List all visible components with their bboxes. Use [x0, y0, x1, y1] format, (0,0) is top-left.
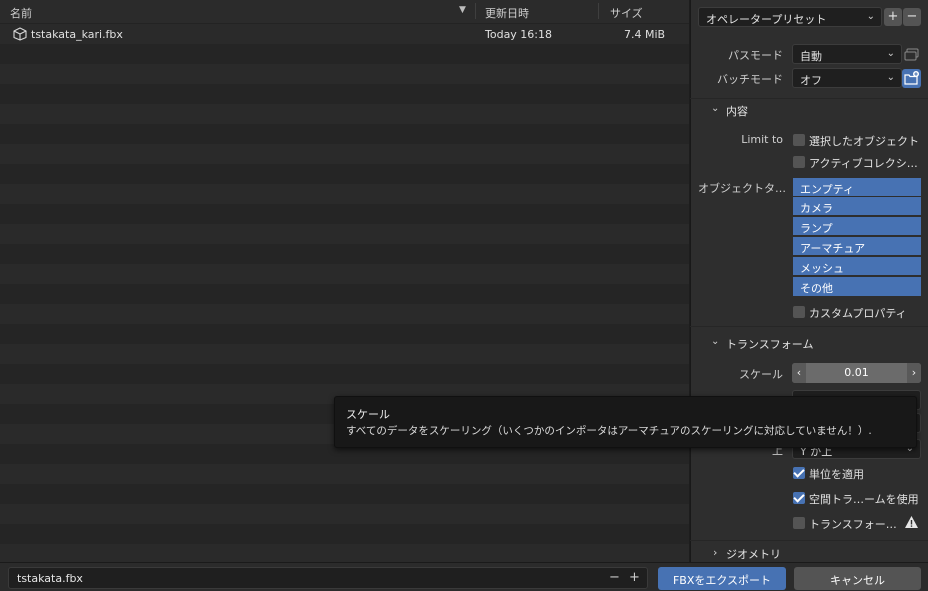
warning-icon [904, 515, 919, 532]
use-space-transform-checkbox[interactable] [793, 492, 805, 504]
apply-transform-checkbox[interactable] [793, 517, 805, 529]
apply-unit-checkbox[interactable] [793, 467, 805, 479]
empty-row [0, 124, 689, 144]
new-folder-icon [904, 71, 919, 85]
tooltip-title: スケール [346, 408, 390, 421]
divider [690, 98, 928, 99]
empty-row [0, 324, 689, 344]
preset-label: オペレータープリセット [706, 13, 827, 26]
object-type-mesh[interactable]: メッシュ [793, 257, 921, 276]
scale-label: スケール [739, 368, 783, 381]
object-type-other[interactable]: その他 [793, 277, 921, 296]
expand-chevron-icon[interactable]: ⌄ [711, 336, 719, 347]
remove-preset-button[interactable]: − [903, 8, 921, 26]
empty-row [0, 464, 689, 484]
empty-row [0, 544, 689, 562]
empty-row [0, 244, 689, 264]
apply-unit-label[interactable]: 単位を適用 [809, 466, 864, 482]
transform-section-title[interactable]: トランスフォーム [726, 336, 813, 352]
increment-arrow-icon[interactable]: › [907, 363, 921, 383]
empty-row [0, 64, 689, 84]
empty-row [0, 344, 689, 364]
object-type-camera[interactable]: カメラ [793, 197, 921, 216]
object-type-empty[interactable]: エンプティ [793, 178, 921, 197]
object-type-armature[interactable]: アーマチュア [793, 237, 921, 256]
empty-row [0, 204, 689, 224]
empty-row [0, 44, 689, 64]
batch-own-dir-toggle[interactable] [902, 69, 921, 88]
operator-preset-dropdown[interactable]: オペレータープリセット ⌄ [698, 7, 882, 27]
chevron-down-icon: ⌄ [866, 11, 875, 22]
empty-row [0, 484, 689, 504]
geometry-section-title[interactable]: ジオメトリ [726, 546, 781, 562]
column-header: 名前 ▼ 更新日時 サイズ [0, 0, 689, 24]
selected-objects-checkbox[interactable] [793, 134, 805, 146]
cube-icon [13, 27, 27, 44]
empty-row [0, 304, 689, 324]
empty-row [0, 184, 689, 204]
empty-row [0, 104, 689, 124]
scale-value: 0.01 [844, 366, 869, 379]
add-preset-button[interactable]: + [884, 8, 902, 26]
empty-row [0, 144, 689, 164]
filename-input[interactable]: tstakata.fbx − + [8, 567, 648, 589]
custom-properties-label[interactable]: カスタムプロパティ [809, 305, 907, 321]
divider [690, 326, 928, 327]
tooltip-description: すべてのデータをスケーリング（いくつかのインポータはアーマチュアのスケーリングに… [346, 425, 872, 437]
active-collection-label[interactable]: アクティブコレクシ… [809, 155, 918, 171]
empty-row [0, 504, 689, 524]
path-mode-label: パスモード [728, 49, 783, 62]
export-fbx-button[interactable]: FBXをエクスポート [658, 567, 786, 590]
tooltip: スケール すべてのデータをスケーリング（いくつかのインポータはアーマチュアのスケ… [334, 396, 917, 448]
chevron-down-icon: ⌄ [886, 48, 895, 59]
empty-row [0, 264, 689, 284]
empty-row [0, 224, 689, 244]
file-list: tstakata_kari.fbx Today 16:18 7.4 MiB [0, 24, 689, 562]
use-space-transform-label[interactable]: 空間トラ…ームを使用 [809, 491, 919, 507]
path-mode-dropdown[interactable]: 自動 ⌄ [792, 44, 902, 64]
chevron-down-icon: ⌄ [886, 72, 895, 83]
embed-textures-icon[interactable] [903, 46, 920, 63]
column-name-header[interactable]: 名前 [10, 5, 32, 21]
file-name: tstakata_kari.fbx [31, 28, 123, 41]
decrement-filename-button[interactable]: − [609, 570, 620, 585]
sort-descending-icon[interactable]: ▼ [459, 5, 466, 15]
column-modified-header[interactable]: 更新日時 [485, 5, 529, 21]
scale-field[interactable]: ‹ 0.01 › [792, 363, 921, 383]
collapsed-chevron-icon[interactable]: › [713, 546, 717, 559]
batch-mode-dropdown[interactable]: オフ ⌄ [792, 68, 902, 88]
empty-row [0, 84, 689, 104]
empty-row [0, 164, 689, 184]
empty-row [0, 284, 689, 304]
custom-properties-checkbox[interactable] [793, 306, 805, 318]
active-collection-checkbox[interactable] [793, 156, 805, 168]
object-type-lamp[interactable]: ランプ [793, 217, 921, 236]
column-size-header[interactable]: サイズ [610, 5, 643, 21]
empty-row [0, 524, 689, 544]
include-section-title[interactable]: 内容 [726, 103, 748, 119]
column-separator[interactable] [598, 3, 599, 19]
selected-objects-label[interactable]: 選択したオブジェクト [809, 133, 919, 149]
apply-transform-label[interactable]: トランスフォー… [809, 516, 897, 532]
file-row[interactable]: tstakata_kari.fbx Today 16:18 7.4 MiB [0, 24, 689, 44]
batch-mode-value: オフ [800, 74, 822, 87]
limit-to-label: Limit to [741, 133, 783, 146]
file-modified: Today 16:18 [485, 28, 553, 41]
divider [690, 540, 928, 541]
filename-value: tstakata.fbx [17, 572, 83, 585]
file-size: 7.4 MiB [624, 28, 666, 41]
expand-chevron-icon[interactable]: ⌄ [711, 103, 719, 114]
batch-mode-label: バッチモード [717, 73, 783, 86]
decrement-arrow-icon[interactable]: ‹ [792, 363, 806, 383]
cancel-button[interactable]: キャンセル [794, 567, 921, 590]
path-mode-value: 自動 [800, 50, 822, 63]
increment-filename-button[interactable]: + [629, 570, 640, 585]
empty-row [0, 364, 689, 384]
file-browser: 名前 ▼ 更新日時 サイズ tstakata_kari.fbx Today 16… [0, 0, 689, 562]
object-types-label: オブジェクトタ… [698, 182, 786, 195]
column-separator[interactable] [475, 3, 476, 19]
